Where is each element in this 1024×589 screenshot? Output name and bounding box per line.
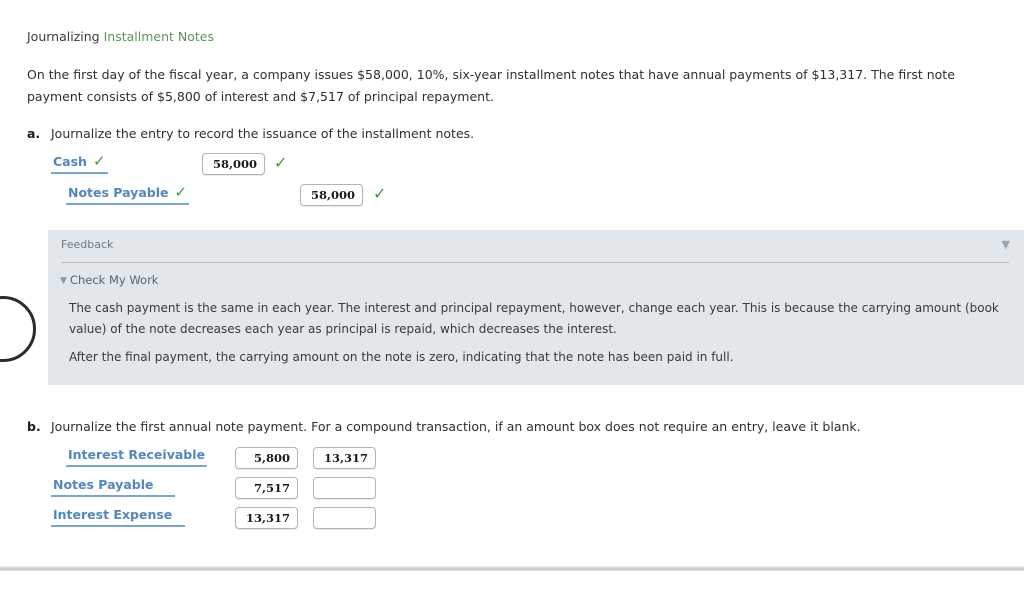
page-bottom-area	[0, 571, 1024, 589]
feedback-paragraph: After the final payment, the carrying am…	[69, 350, 734, 364]
feedback-paragraph: The cash payment is the same in each yea…	[69, 301, 999, 336]
chevron-down-icon[interactable]: ▼	[1002, 238, 1010, 252]
journal-row: Notes Payable ✓ 58,000 ✓	[27, 183, 427, 211]
check-my-work-toggle[interactable]: ▼ Check My Work	[60, 273, 158, 289]
debit-amount-input[interactable]: 7,517	[235, 477, 298, 499]
debit-amount-input[interactable]: 5,800	[235, 447, 298, 469]
question-a-letter: a.	[27, 126, 41, 141]
row-correct-check-icon: ✓	[274, 153, 288, 172]
problem-statement: On the first day of the fiscal year, a c…	[27, 67, 955, 104]
question-a: a. Journalize the entry to record the is…	[27, 126, 474, 206]
account-field-cash[interactable]: Cash ✓	[51, 154, 108, 174]
account-label: Notes Payable	[53, 477, 154, 492]
page-title-highlight: Installment Notes	[103, 29, 214, 44]
feedback-title: Feedback	[61, 238, 114, 251]
feedback-panel: Feedback ▼ ▼ Check My Work The cash payme…	[48, 230, 1024, 385]
account-correct-check-icon: ✓	[174, 183, 188, 201]
account-field-interest-expense[interactable]: Interest Expense	[51, 507, 185, 527]
triangle-down-icon: ▼	[60, 276, 67, 286]
question-a-prompt: Journalize the entry to record the issua…	[51, 126, 475, 141]
page-title-plain: Journalizing	[27, 29, 100, 44]
edge-circle-artifact	[0, 296, 36, 362]
question-b: b. Journalize the first annual note paym…	[27, 419, 861, 529]
credit-amount-input[interactable]	[313, 507, 376, 529]
account-label: Cash	[53, 154, 87, 169]
feedback-divider	[61, 262, 1009, 263]
account-label: Notes Payable	[68, 185, 169, 200]
account-field-notes-payable[interactable]: Notes Payable ✓	[66, 183, 190, 205]
question-a-header: a. Journalize the entry to record the is…	[27, 126, 474, 142]
question-b-letter: b.	[27, 419, 41, 434]
credit-amount-input[interactable]: 13,317	[313, 447, 376, 469]
account-label: Interest Receivable	[68, 447, 205, 462]
worksheet-page: Journalizing Installment Notes On the fi…	[0, 0, 1024, 568]
journal-row: Cash ✓ 58,000 ✓	[27, 153, 427, 180]
account-field-notes-payable[interactable]: Notes Payable	[51, 477, 175, 497]
credit-amount-input[interactable]: 58,000	[300, 184, 363, 206]
account-correct-check-icon: ✓	[92, 152, 106, 170]
page-title: Journalizing Installment Notes	[27, 29, 214, 45]
journal-row: Interest Receivable 5,800 13,317	[27, 447, 427, 473]
account-label: Interest Expense	[53, 507, 173, 522]
debit-amount-input[interactable]: 58,000	[202, 153, 265, 175]
question-b-prompt: Journalize the first annual note payment…	[51, 419, 861, 434]
journal-row: Notes Payable 7,517	[27, 477, 427, 503]
journal-row: Interest Expense 13,317	[27, 507, 427, 533]
check-my-work-label: Check My Work	[69, 273, 159, 287]
row-correct-check-icon: ✓	[373, 184, 387, 203]
question-b-header: b. Journalize the first annual note paym…	[27, 419, 861, 435]
credit-amount-input[interactable]	[313, 477, 376, 499]
debit-amount-input[interactable]: 13,317	[235, 507, 298, 529]
account-field-interest-receivable[interactable]: Interest Receivable	[66, 447, 207, 467]
